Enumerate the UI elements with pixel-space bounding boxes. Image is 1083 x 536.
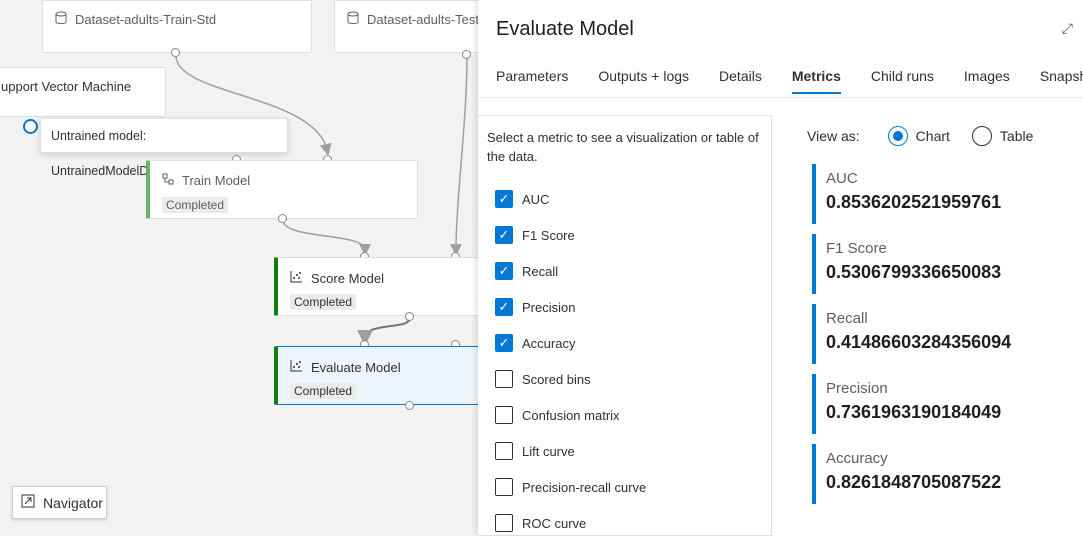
tab-child-runs[interactable]: Child runs [871,66,934,94]
panel-tabs: Parameters Outputs + logs Details Metric… [496,66,1083,98]
table-radio[interactable] [971,126,992,146]
port-tooltip: Untrained model: UntrainedModelDirectory [40,118,288,178]
database-icon [347,11,359,28]
tab-outputs-logs[interactable]: Outputs + logs [598,66,689,94]
node-dataset-train-std[interactable]: Dataset-adults-Train-Std [42,0,312,53]
tab-details[interactable]: Details [719,66,762,94]
status-badge: Completed [290,383,357,399]
navigator-button[interactable]: Navigator [12,486,107,519]
metric-name: AUC [826,170,858,187]
navigator-label: Navigator [43,494,103,511]
metric-option-label[interactable]: AUC [522,192,549,207]
metric-option-label[interactable]: F1 Score [522,228,575,243]
output-port[interactable] [462,50,471,59]
metric-option-label[interactable]: Precision [522,300,575,315]
checkbox-checked[interactable]: ✓ [495,334,513,352]
checkbox-unchecked[interactable] [495,406,513,424]
metric-option-label[interactable]: Recall [522,264,558,279]
node-title: Dataset-adults-Train-Std [75,12,217,27]
node-title: Score Model [311,270,384,286]
node-support-vector-machine[interactable]: upport Vector Machine [0,67,166,117]
checkbox-unchecked[interactable] [495,478,513,496]
expand-icon[interactable]: ⤢ [1062,20,1073,37]
metric-card: F1 Score 0.5306799336650083 [812,234,1072,294]
checkbox-checked[interactable]: ✓ [495,226,513,244]
node-title: upport Vector Machine [1,79,132,94]
checkbox-checked[interactable]: ✓ [495,262,513,280]
metric-option-label[interactable]: Scored bins [522,372,591,387]
checkbox-unchecked[interactable] [495,370,513,388]
metric-value: 0.5306799336650083 [826,262,1002,282]
metric-card: Recall 0.41486603284356094 [812,304,1072,364]
chart-radio-label[interactable]: Chart [916,128,950,144]
train-module-icon [162,173,174,188]
metric-name: F1 Score [826,240,887,257]
status-badge: Completed [290,294,357,310]
metric-option[interactable]: ROC curve [495,513,586,533]
output-port[interactable] [171,48,180,57]
metric-name: Accuracy [826,450,888,467]
node-evaluate-model[interactable]: Evaluate Model Completed [274,346,478,405]
table-radio-label[interactable]: Table [1000,128,1033,144]
metric-option[interactable]: Confusion matrix [495,405,620,425]
metric-value: 0.41486603284356094 [826,332,1012,352]
metric-value: 0.8261848705087522 [826,472,1002,492]
wire-train-model-to-score-model [282,219,371,256]
metric-hint: Select a metric to see a visualization o… [487,130,759,164]
chart-radio[interactable] [887,126,908,146]
metric-option[interactable]: ✓ AUC [495,189,549,209]
panel-title: Evaluate Model [496,18,634,40]
node-title: Train Model [182,173,251,188]
metric-option-label[interactable]: Precision-recall curve [522,480,646,495]
checkbox-unchecked[interactable] [495,514,513,532]
tab-parameters[interactable]: Parameters [496,66,568,94]
status-badge: Completed [162,197,229,213]
checkbox-unchecked[interactable] [495,442,513,460]
metric-card: Precision 0.7361963190184049 [812,374,1072,434]
metric-option[interactable]: Precision-recall curve [495,477,646,497]
metric-option-label[interactable]: Accuracy [522,336,575,351]
navigator-icon [21,494,35,511]
tab-divider [478,97,1083,98]
database-icon [55,11,67,28]
metric-selector: Select a metric to see a visualization o… [478,115,772,536]
checkbox-checked[interactable]: ✓ [495,298,513,316]
metric-option[interactable]: Lift curve [495,441,575,461]
metric-option-label[interactable]: Confusion matrix [522,408,620,423]
node-train-model[interactable]: Train Model Completed [146,160,418,219]
metric-option[interactable]: ✓ Accuracy [495,333,575,353]
wire-score-model-to-evaluate [357,317,411,346]
evaluate-model-panel: Evaluate Model ⤢ Parameters Outputs + lo… [478,0,1083,536]
checkbox-checked[interactable]: ✓ [495,190,513,208]
scatter-chart-icon [290,359,303,375]
node-title: Evaluate Model [311,359,401,375]
metric-name: Recall [826,310,868,327]
scatter-chart-icon [290,270,303,286]
metric-option[interactable]: ✓ Precision [495,297,575,317]
metric-option[interactable]: Scored bins [495,369,591,389]
output-port[interactable] [405,401,414,410]
pipeline-canvas[interactable]: Dataset-adults-Train-Std Dataset-adults-… [0,0,478,536]
metric-option[interactable]: ✓ F1 Score [495,225,575,245]
node-score-model[interactable]: Score Model Completed [274,257,478,316]
metric-option-label[interactable]: Lift curve [522,444,575,459]
metric-value: 0.8536202521959761 [826,192,1002,212]
tab-metrics[interactable]: Metrics [791,66,841,94]
node-dataset-test[interactable]: Dataset-adults-Test [334,0,478,53]
output-port-active[interactable] [23,119,38,134]
tab-snapshot[interactable]: Snapshot [1040,66,1083,94]
wire-test-to-score-model [450,55,468,256]
output-port[interactable] [278,214,287,223]
metric-card: AUC 0.8536202521959761 [812,164,1072,224]
output-port[interactable] [405,312,414,321]
metric-card: Accuracy 0.8261848705087522 [812,444,1072,504]
view-as-group: View as: Chart Table [807,126,1033,146]
metric-name: Precision [826,380,888,397]
node-title: Dataset-adults-Test [367,12,478,27]
view-as-label: View as: [807,128,860,144]
tab-images[interactable]: Images [964,66,1010,94]
metric-option-label[interactable]: ROC curve [522,516,586,531]
metric-option[interactable]: ✓ Recall [495,261,558,281]
metric-value: 0.7361963190184049 [826,402,1002,422]
